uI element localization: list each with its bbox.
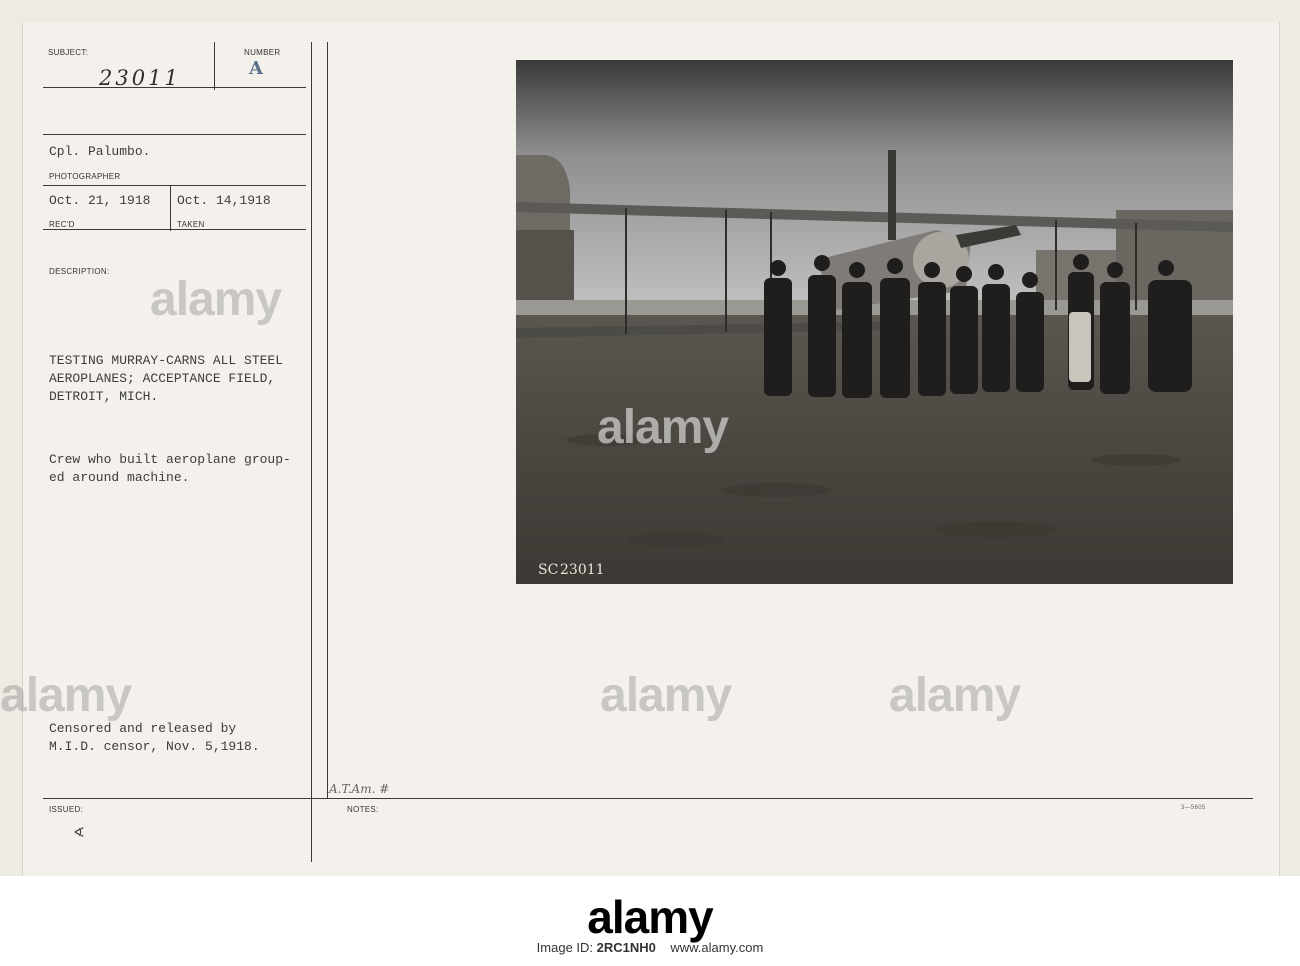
bottom-rule <box>43 798 1253 799</box>
issued-mark: ∢ <box>73 826 85 842</box>
photographer-top-rule <box>43 134 306 135</box>
footer-url[interactable]: www.alamy.com <box>670 940 763 955</box>
censor-line-2: M.I.D. censor, Nov. 5,1918. <box>49 739 260 754</box>
photographer-name: Cpl. Palumbo. <box>49 144 151 159</box>
title-line-1: TESTING MURRAY-CARNS ALL STEEL <box>49 353 284 368</box>
caption-line-2: ed around machine. <box>49 470 190 485</box>
received-label: REC'D <box>49 220 75 229</box>
left-column-divider <box>311 42 312 862</box>
subject-label: SUBJECT: <box>48 48 89 57</box>
photographer-rule <box>43 185 306 186</box>
date-divider <box>170 185 171 231</box>
title-line-2: AEROPLANES; ACCEPTANCE FIELD, <box>49 371 276 386</box>
alamy-logo[interactable]: alamy <box>0 890 1300 944</box>
taken-date: Oct. 14,1918 <box>177 193 271 208</box>
description-label: DESCRIPTION: <box>49 267 110 276</box>
watermark-right-bottom: alamy <box>889 669 1021 722</box>
subject-number-divider <box>214 42 215 90</box>
archive-card: SUBJECT: 23011 NUMBER A Cpl. Palumbo. PH… <box>0 0 1300 876</box>
subject-number: 23011 <box>99 66 181 90</box>
airplane-crew-photo: SC 23011 <box>516 60 1233 584</box>
received-date: Oct. 21, 1918 <box>49 193 151 208</box>
number-value: A <box>249 58 263 79</box>
watermark-center-bottom: alamy <box>600 669 732 722</box>
title-line-3: DETROIT, MICH. <box>49 389 159 404</box>
photo-number: 23011 <box>560 562 605 578</box>
number-label: NUMBER <box>244 48 281 57</box>
photograph: SC 23011 <box>516 60 1233 584</box>
caption-line-1: Crew who built aeroplane group- <box>49 452 291 467</box>
dates-rule <box>43 229 306 230</box>
taken-label: TAKEN <box>177 220 205 229</box>
photographer-label: PHOTOGRAPHER <box>49 172 121 181</box>
issued-label: ISSUED: <box>49 805 84 814</box>
photo-monogram: SC <box>538 562 558 578</box>
watermark-left-top: alamy <box>150 273 282 326</box>
photo-panel-left-border <box>327 42 328 798</box>
footer-info: Image ID: 2RC1NH0 www.alamy.com <box>0 940 1300 955</box>
image-id-label: Image ID: <box>536 940 594 955</box>
stock-footer: alamy Image ID: 2RC1NH0 www.alamy.com <box>0 876 1300 966</box>
notes-handwritten: A.T.Am. # <box>329 782 390 796</box>
form-number: 3—5605 <box>1181 805 1206 811</box>
watermark-photo-center: alamy <box>597 401 729 454</box>
notes-label: NOTES: <box>347 805 379 814</box>
watermark-left-bottom: alamy <box>0 669 132 722</box>
image-id: 2RC1NH0 <box>596 940 656 955</box>
